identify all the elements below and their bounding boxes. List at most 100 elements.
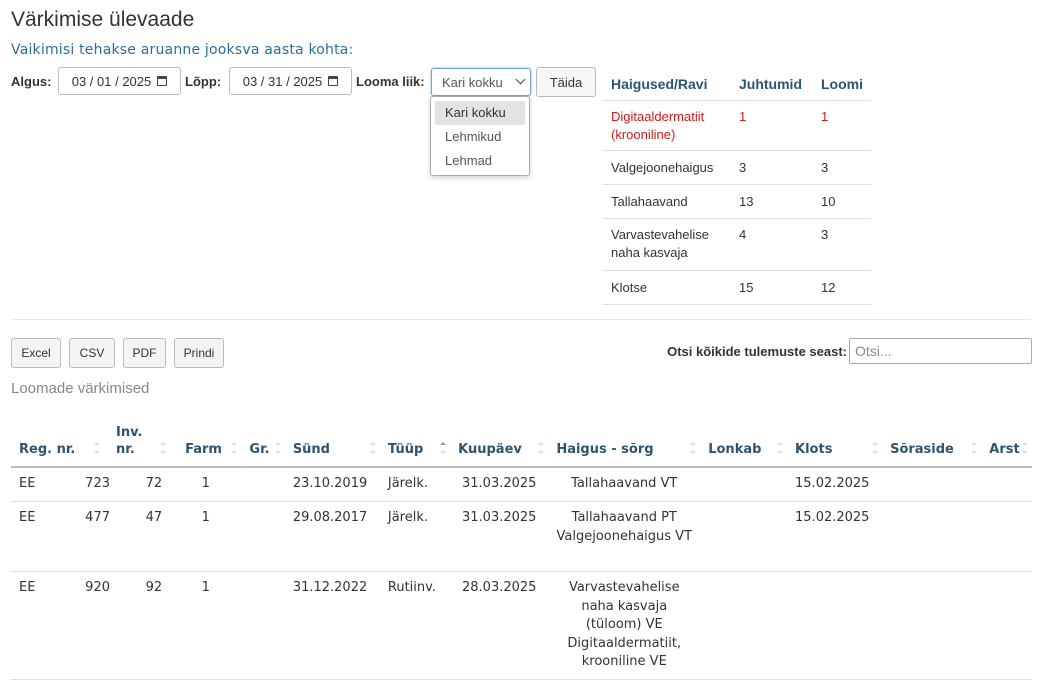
table-row[interactable]: EE 723 72 1 23.10.2019 Järelk. 31.03.2025… [11,467,1032,502]
col-header-born[interactable]: Sünd [284,405,380,468]
summary-animals: 3 [813,218,871,271]
end-date-value: 03 / 31 / 2025 [242,73,323,89]
cell-lame [700,571,788,680]
sort-icon [369,442,376,454]
reg-country: EE [19,580,36,595]
col-header-label: Klots [795,442,833,457]
dropdown-option[interactable]: Lehmad [435,149,525,173]
cell-born: 23.10.2019 [284,467,380,502]
dropdown-option[interactable]: Kari kokku [435,101,525,125]
cell-lame [700,467,788,502]
col-header-lame[interactable]: Lonkab [700,405,788,468]
cell-disease: Tallahaavand VT [548,467,701,502]
col-header-label: Inv. nr. [116,425,143,457]
cell-reg: EE 920 [11,571,110,680]
start-date-input[interactable]: 03 / 01 / 2025 [58,67,181,95]
reg-number: 920 [85,580,110,595]
cell-inv: 47 [104,501,171,572]
table-row[interactable]: EE 920 92 1 31.12.2022 Rutiinv. 28.03.202… [11,571,1032,680]
table-row[interactable]: EE 477 47 1 29.08.2017 Järelk. 31.03.2025… [11,501,1032,572]
cell-group [241,501,285,572]
col-header-block[interactable]: Klots [787,405,883,468]
summary-row: Tallahaavand 13 10 [603,184,871,219]
summary-disease: Valgejoonehaigus [603,150,731,185]
cell-reg: EE 723 [11,467,110,502]
sort-icon [538,442,545,454]
summary-cases: 1 [731,100,813,151]
cell-inv: 72 [104,467,171,502]
cell-bandage [882,571,982,680]
fill-button[interactable]: Täida [536,67,596,97]
col-header-group[interactable]: Gr. [241,405,285,468]
start-date-label: Algus: [11,74,52,89]
cell-date: 31.03.2025 [450,467,549,502]
calendar-icon[interactable] [157,76,168,86]
search-input[interactable]: Otsi... [849,338,1032,364]
cell-block: 15.02.2025 [787,467,883,502]
print-button[interactable]: Prindi [174,338,224,368]
end-date-input[interactable]: 03 / 31 / 2025 [229,67,352,95]
cell-born: 31.12.2022 [284,571,380,680]
reg-country: EE [19,476,36,491]
sort-icon [1022,442,1028,454]
summary-animals: 1 [813,100,871,151]
summary-col-header: Haigused/Ravi [603,68,731,101]
cell-disease: Varvastevahelise naha kasvaja (tüloom) V… [548,571,701,680]
sort-icon [94,442,100,454]
summary-cases: 15 [731,270,813,305]
col-header-label: Farm [185,442,222,457]
col-header-date[interactable]: Kuupäev [450,405,549,468]
col-header-reg[interactable]: Reg. nr. [11,405,104,468]
animal-type-value: Kari kokku [442,74,503,90]
col-header-inv[interactable]: Inv. nr. [104,405,171,468]
cell-bandage [882,501,982,572]
reg-country: EE [19,510,36,525]
dropdown-option[interactable]: Lehmikud [435,125,525,149]
summary-animals: 3 [813,150,871,185]
summary-disease: Klotse [603,270,731,305]
export-excel-button[interactable]: Excel [11,338,61,368]
reg-number: 477 [85,510,110,525]
export-pdf-button[interactable]: PDF [123,338,166,368]
animal-type-dropdown: Kari kokku Lehmikud Lehmad [430,96,530,176]
divider [11,319,1031,320]
records-table: Reg. nr. Inv. nr. Farm Gr. Sünd Tüüp Kuu… [11,405,1032,680]
page-title: Värkimise ülevaade [11,8,195,31]
summary-cases: 13 [731,184,813,219]
cell-group [241,467,285,502]
search-label: Otsi kõikide tulemuste seast: [667,344,847,359]
col-header-label: Lonkab [708,442,762,457]
cell-born: 29.08.2017 [284,501,380,572]
summary-row: Varvastevahelise naha kasvaja 4 3 [603,218,871,271]
col-header-farm[interactable]: Farm [170,405,242,468]
sort-icon [872,442,879,454]
cell-type: Järelk. [379,501,451,572]
col-header-bandage[interactable]: Sõraside [882,405,982,468]
cell-vet [981,467,1032,502]
cell-bandage [882,467,982,502]
summary-animals: 12 [813,270,871,305]
col-header-vet[interactable]: Arst [981,405,1032,468]
animal-type-select[interactable]: Kari kokku [431,68,531,96]
cell-farm: 1 [170,501,242,572]
cell-group [241,571,285,680]
cell-date: 28.03.2025 [450,571,549,680]
cell-reg: EE 477 [11,501,110,572]
cell-farm: 1 [170,571,242,680]
sort-asc-icon [440,442,447,454]
col-header-label: Sünd [292,442,330,457]
summary-col-header: Juhtumid [731,68,813,101]
col-header-label: Reg. nr. [19,442,76,457]
section-title: Loomade värkimised [11,380,150,397]
cell-type: Järelk. [379,467,451,502]
cell-block: 15.02.2025 [787,501,883,572]
summary-header-row: Haigused/Ravi Juhtumid Loomi [603,68,871,101]
page-subtitle: Vaikimisi tehakse aruanne jooksva aasta … [11,42,354,58]
summary-disease: Digitaaldermatiit (krooniline) [603,100,731,151]
calendar-icon[interactable] [328,76,339,86]
summary-animals: 10 [813,184,871,219]
export-csv-button[interactable]: CSV [69,338,115,368]
col-header-type[interactable]: Tüüp [379,405,451,468]
col-header-label: Haigus - sõrg [556,442,654,457]
col-header-disease[interactable]: Haigus - sõrg [548,405,701,468]
